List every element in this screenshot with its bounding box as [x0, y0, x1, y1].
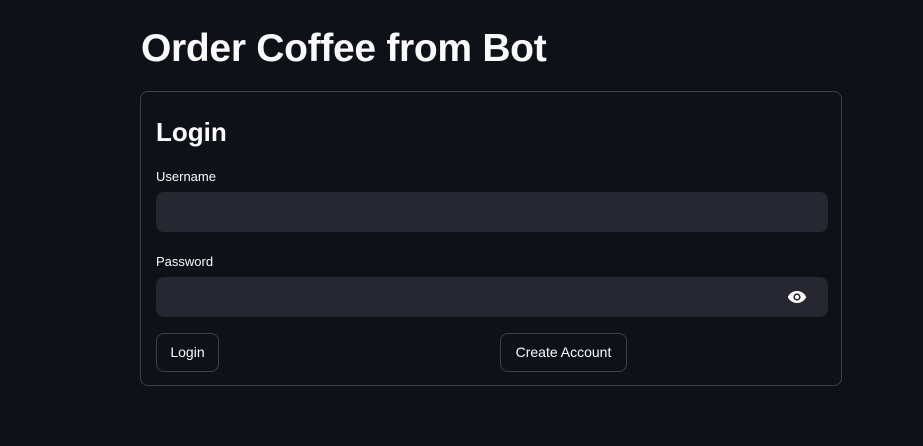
password-label: Password	[156, 254, 214, 269]
username-label: Username	[156, 169, 216, 184]
username-input[interactable]	[156, 192, 828, 232]
eye-icon[interactable]	[786, 287, 808, 307]
password-input[interactable]	[156, 277, 776, 317]
login-form: Login Username Password Login Create Acc…	[140, 91, 842, 386]
password-field	[156, 277, 828, 317]
form-title: Login	[156, 117, 227, 147]
page-title: Order Coffee from Bot	[141, 27, 547, 70]
create-account-button[interactable]: Create Account	[500, 333, 627, 372]
app-page: Order Coffee from Bot Login Username Pas…	[0, 0, 923, 446]
login-button[interactable]: Login	[156, 333, 219, 372]
